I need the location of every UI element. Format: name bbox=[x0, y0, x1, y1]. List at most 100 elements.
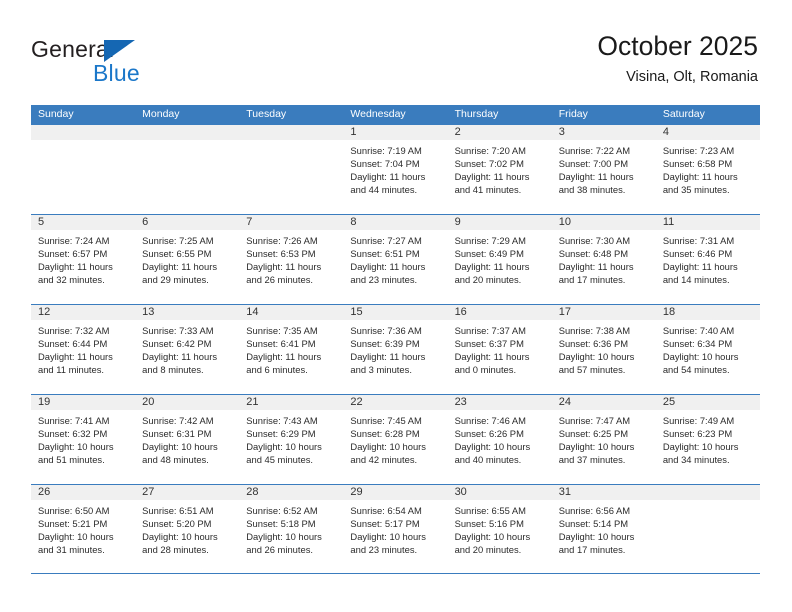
calendar-day-cell[interactable]: 16 Sunrise: 7:37 AM Sunset: 6:37 PM Dayligh… bbox=[447, 305, 552, 394]
day-sunrise-line: Sunrise: 7:29 AM bbox=[454, 235, 526, 246]
day-number: 23 bbox=[454, 396, 467, 408]
calendar-day-cell[interactable]: 4 Sunrise: 7:23 AM Sunset: 6:58 PM Daylight… bbox=[655, 125, 760, 214]
day-sunset-line: Sunset: 6:53 PM bbox=[246, 248, 316, 260]
day-number: 14 bbox=[246, 306, 259, 318]
day-sun-info: Sunrise: 7:29 AM Sunset: 6:49 PM Daylight:… bbox=[448, 231, 552, 286]
calendar-day-cell[interactable]: 18 Sunrise: 7:40 AM Sunset: 6:34 PM Dayligh… bbox=[655, 305, 760, 394]
day-sun-info: Sunrise: 6:50 AM Sunset: 5:21 PM Daylight:… bbox=[31, 501, 135, 556]
calendar-day-cell[interactable]: 13 Sunrise: 7:33 AM Sunset: 6:42 PM Dayligh… bbox=[135, 305, 240, 394]
calendar-day-cell[interactable]: 26 Sunrise: 6:50 AM Sunset: 5:21 PM Dayligh… bbox=[31, 485, 136, 573]
day-number-band bbox=[447, 215, 552, 231]
calendar-day-cell[interactable]: 1 Sunrise: 7:19 AM Sunset: 7:04 PM Daylight… bbox=[343, 125, 448, 214]
day-number: 24 bbox=[558, 396, 571, 408]
day-number-band bbox=[655, 125, 760, 141]
title-block: October 2025 Visina, Olt, Romania bbox=[597, 30, 758, 87]
day-number-band bbox=[31, 125, 136, 141]
calendar-day-cell[interactable]: 15 Sunrise: 7:36 AM Sunset: 6:39 PM Dayligh… bbox=[343, 305, 448, 394]
day-sun-info: Sunrise: 7:31 AM Sunset: 6:46 PM Daylight:… bbox=[656, 231, 760, 286]
day-number: 25 bbox=[662, 396, 676, 408]
calendar-week-row: 19 Sunrise: 7:41 AM Sunset: 6:32 PM Dayligh… bbox=[31, 394, 760, 484]
calendar-day-cell[interactable]: 10 Sunrise: 7:30 AM Sunset: 6:48 PM Dayligh… bbox=[551, 215, 656, 304]
calendar-day-cell[interactable]: 21 Sunrise: 7:43 AM Sunset: 6:29 PM Dayligh… bbox=[239, 395, 344, 484]
calendar-day-cell[interactable]: 17 Sunrise: 7:38 AM Sunset: 6:36 PM Dayligh… bbox=[551, 305, 656, 394]
day-number: 9 bbox=[454, 216, 461, 228]
day-sun-info: Sunrise: 6:56 AM Sunset: 5:14 PM Daylight:… bbox=[552, 501, 656, 556]
weekday-tuesday: Tuesday bbox=[246, 108, 287, 120]
calendar-day-cell[interactable]: 9 Sunrise: 7:29 AM Sunset: 6:49 PM Daylight… bbox=[447, 215, 552, 304]
calendar-day-cell[interactable]: 25 Sunrise: 7:49 AM Sunset: 6:23 PM Dayligh… bbox=[655, 395, 760, 484]
calendar-day-cell[interactable]: 7 Sunrise: 7:26 AM Sunset: 6:53 PM Daylight… bbox=[239, 215, 344, 304]
day-sunrise-line: Sunrise: 7:19 AM bbox=[350, 145, 422, 156]
calendar-day-cell[interactable]: 30 Sunrise: 6:55 AM Sunset: 5:16 PM Dayligh… bbox=[447, 485, 552, 573]
day-sun-info: Sunrise: 7:42 AM Sunset: 6:31 PM Daylight:… bbox=[135, 411, 239, 466]
calendar-day-cell[interactable]: 23 Sunrise: 7:46 AM Sunset: 6:26 PM Dayligh… bbox=[447, 395, 552, 484]
day-sunset-line: Sunset: 7:00 PM bbox=[558, 158, 629, 170]
day-sun-info: Sunrise: 7:49 AM Sunset: 6:23 PM Daylight:… bbox=[656, 411, 760, 466]
day-sunset-line: Sunset: 6:32 PM bbox=[38, 428, 108, 440]
calendar-day-cell[interactable]: 20 Sunrise: 7:42 AM Sunset: 6:31 PM Dayligh… bbox=[135, 395, 240, 484]
day-sunrise-line: Sunrise: 7:47 AM bbox=[558, 415, 631, 426]
day-sunset-line: Sunset: 7:02 PM bbox=[454, 158, 524, 170]
day-sunrise-line: Sunrise: 7:43 AM bbox=[246, 415, 318, 426]
calendar-day-cell[interactable]: 2 Sunrise: 7:20 AM Sunset: 7:02 PM Daylight… bbox=[447, 125, 552, 214]
general-blue-logo[interactable]: General Blue bbox=[31, 36, 211, 88]
day-sunrise-line: Sunrise: 7:25 AM bbox=[142, 235, 214, 246]
day-number-band bbox=[655, 485, 760, 501]
calendar-day-cell[interactable]: 19 Sunrise: 7:41 AM Sunset: 6:32 PM Dayligh… bbox=[31, 395, 136, 484]
day-sunset-line: Sunset: 6:34 PM bbox=[662, 338, 733, 350]
day-number: 31 bbox=[558, 486, 571, 498]
calendar-day-cell[interactable]: 28 Sunrise: 6:52 AM Sunset: 5:18 PM Dayligh… bbox=[239, 485, 344, 573]
day-daylight-line: Daylight: 11 hours bbox=[38, 351, 113, 363]
day-sunrise-line: Sunrise: 7:23 AM bbox=[662, 145, 735, 156]
calendar-day-cell[interactable]: 14 Sunrise: 7:35 AM Sunset: 6:41 PM Dayligh… bbox=[239, 305, 344, 394]
day-daylight-line: Daylight: 10 hours bbox=[142, 441, 218, 453]
calendar-day-cell[interactable]: 31 Sunrise: 6:56 AM Sunset: 5:14 PM Dayligh… bbox=[551, 485, 656, 573]
day-daylight-line: Daylight: 10 hours bbox=[246, 441, 322, 453]
day-daylight-line: Daylight: 11 hours bbox=[142, 351, 218, 363]
calendar-day-cell[interactable]: 22 Sunrise: 7:45 AM Sunset: 6:28 PM Dayligh… bbox=[343, 395, 448, 484]
day-sunrise-line: Sunrise: 6:55 AM bbox=[454, 505, 526, 516]
day-number: 18 bbox=[662, 306, 676, 318]
calendar-day-cell[interactable]: 11 Sunrise: 7:31 AM Sunset: 6:46 PM Dayligh… bbox=[655, 215, 760, 304]
calendar-day-cell[interactable]: 27 Sunrise: 6:51 AM Sunset: 5:20 PM Dayligh… bbox=[135, 485, 240, 573]
page-header: General Blue October 2025 Visina, Olt, R… bbox=[0, 0, 792, 102]
day-daylight-line: Daylight: 11 hours bbox=[38, 261, 113, 273]
day-sun-info: Sunrise: 6:54 AM Sunset: 5:17 PM Daylight:… bbox=[343, 501, 447, 556]
day-number: 16 bbox=[454, 306, 467, 318]
day-sun-info: Sunrise: 7:33 AM Sunset: 6:42 PM Daylight:… bbox=[135, 321, 239, 376]
day-number: 21 bbox=[246, 396, 259, 408]
day-daylight-line: and 20 minutes. bbox=[454, 544, 522, 556]
day-sun-info: Sunrise: 7:27 AM Sunset: 6:51 PM Daylight:… bbox=[343, 231, 447, 286]
day-sunrise-line: Sunrise: 7:26 AM bbox=[246, 235, 318, 246]
day-sun-info: Sunrise: 7:26 AM Sunset: 6:53 PM Daylight:… bbox=[239, 231, 343, 286]
day-number: 11 bbox=[662, 216, 675, 228]
day-daylight-line: and 32 minutes. bbox=[38, 274, 105, 286]
day-daylight-line: Daylight: 11 hours bbox=[558, 261, 634, 273]
day-daylight-line: and 44 minutes. bbox=[350, 184, 418, 196]
calendar-day-cell[interactable]: 6 Sunrise: 7:25 AM Sunset: 6:55 PM Daylight… bbox=[135, 215, 240, 304]
day-sunrise-line: Sunrise: 7:37 AM bbox=[454, 325, 526, 336]
calendar-day-cell-empty bbox=[655, 485, 760, 573]
weekday-wednesday: Wednesday bbox=[350, 108, 406, 120]
calendar-day-cell[interactable]: 5 Sunrise: 7:24 AM Sunset: 6:57 PM Daylight… bbox=[31, 215, 136, 304]
day-sunrise-line: Sunrise: 7:40 AM bbox=[662, 325, 735, 336]
calendar-day-cell[interactable]: 3 Sunrise: 7:22 AM Sunset: 7:00 PM Daylight… bbox=[551, 125, 656, 214]
day-number-band bbox=[239, 125, 344, 141]
day-number: 6 bbox=[142, 216, 149, 228]
day-daylight-line: and 11 minutes. bbox=[38, 364, 105, 376]
calendar-day-cell[interactable]: 24 Sunrise: 7:47 AM Sunset: 6:25 PM Dayligh… bbox=[551, 395, 656, 484]
weekday-friday: Friday bbox=[558, 108, 588, 120]
day-number-band bbox=[135, 215, 240, 231]
calendar-weeks: 1 Sunrise: 7:19 AM Sunset: 7:04 PM Daylight… bbox=[31, 124, 760, 574]
day-daylight-line: Daylight: 10 hours bbox=[246, 531, 322, 543]
calendar-day-cell-empty bbox=[239, 125, 344, 214]
day-daylight-line: and 14 minutes. bbox=[662, 274, 730, 286]
day-daylight-line: Daylight: 11 hours bbox=[350, 261, 426, 273]
calendar-day-cell[interactable]: 12 Sunrise: 7:32 AM Sunset: 6:44 PM Dayligh… bbox=[31, 305, 136, 394]
day-daylight-line: Daylight: 10 hours bbox=[38, 531, 114, 543]
calendar-day-cell[interactable]: 8 Sunrise: 7:27 AM Sunset: 6:51 PM Daylight… bbox=[343, 215, 448, 304]
calendar-day-cell[interactable]: 29 Sunrise: 6:54 AM Sunset: 5:17 PM Dayligh… bbox=[343, 485, 448, 573]
day-daylight-line: Daylight: 11 hours bbox=[350, 171, 426, 183]
day-sunset-line: Sunset: 5:14 PM bbox=[558, 518, 629, 530]
day-sunrise-line: Sunrise: 6:52 AM bbox=[246, 505, 318, 516]
